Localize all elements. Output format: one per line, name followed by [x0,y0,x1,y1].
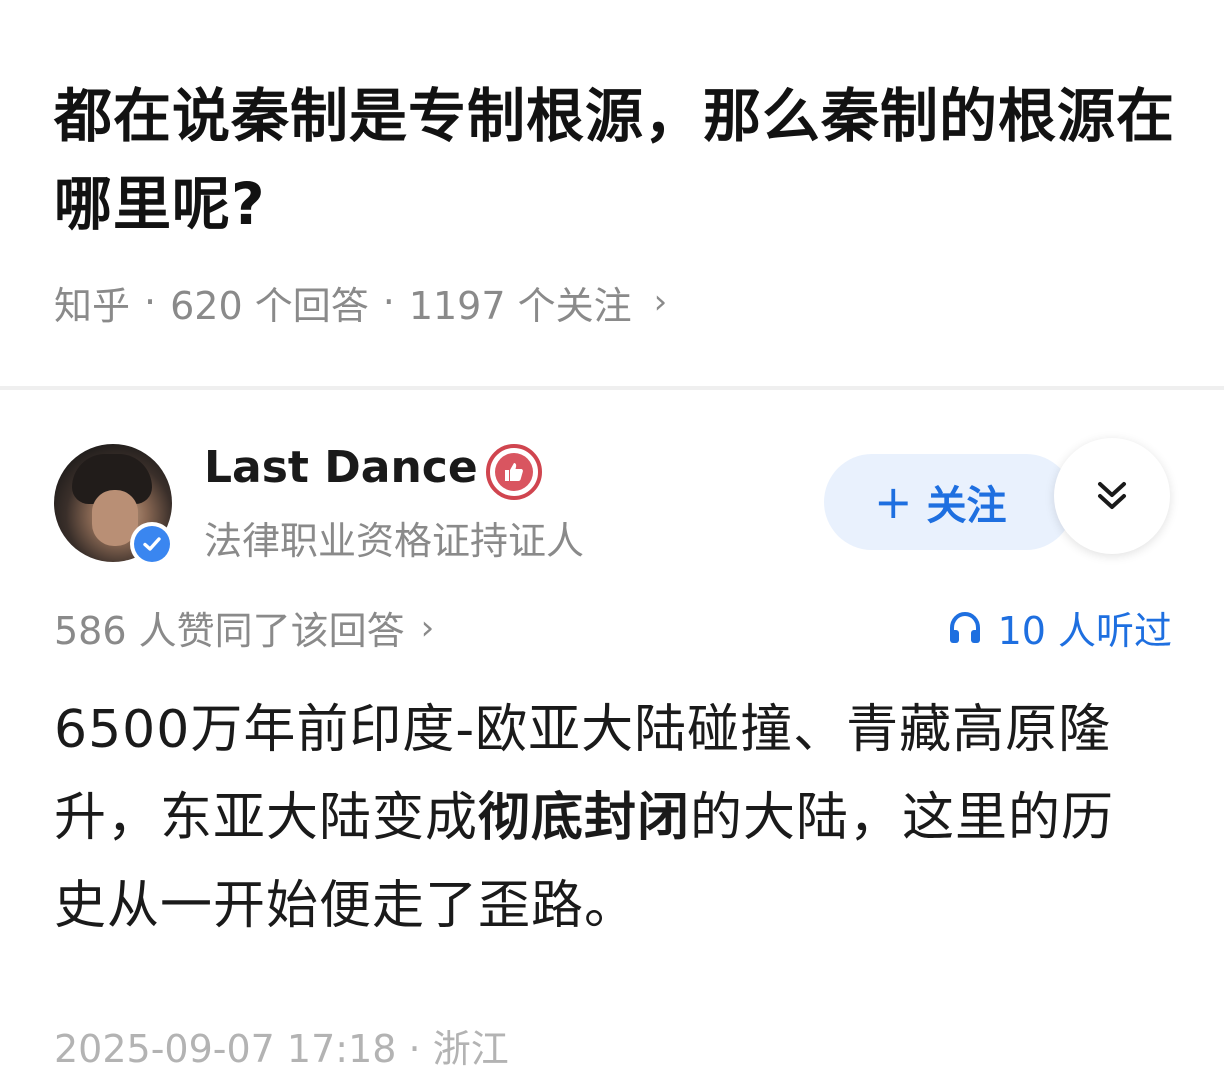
answer-bold-text: 彻底封闭 [478,788,691,848]
chevron-right-icon: › [420,607,435,648]
plus-icon: + [874,475,913,529]
expand-button[interactable] [1054,438,1170,554]
answer-body[interactable]: 6500万年前印度-欧亚大陆碰撞、青藏高原隆升，东亚大陆变成彻底封闭的大陆，这里… [54,686,1144,950]
answer-count: 620 个回答 [170,283,369,328]
verified-check-icon [130,522,174,566]
meta-separator: · [144,280,157,324]
listen-count-label: 10 人听过 [997,609,1172,653]
thumbs-up-badge-icon [486,444,542,500]
answer-page: 都在说秦制是专制根源，那么秦制的根源在哪里呢? 知乎 · 620 个回答 · 1… [0,0,1224,1069]
meta-separator: · [382,280,395,324]
timestamp: 2025-09-07 17:18 [54,1027,397,1069]
post-timestamp: 2025-09-07 17:18 · 浙江 [54,1018,509,1069]
question-title[interactable]: 都在说秦制是专制根源，那么秦制的根源在哪里呢? [54,72,1184,248]
author-headline: 法律职业资格证持证人 [204,519,585,563]
follower-count: 1197 个关注 [408,283,632,328]
meta-separator: · [408,1027,433,1069]
follow-button[interactable]: + 关注 [824,454,1074,550]
listen-count[interactable]: 10 人听过 [946,600,1172,655]
agree-count-label: 586 人赞同了该回答 [54,609,405,653]
headphones-icon [949,611,980,643]
section-divider [0,386,1224,390]
question-source: 知乎 [54,283,131,328]
follow-label: 关注 [926,483,1007,529]
agree-count[interactable]: 586 人赞同了该回答 › [54,600,434,655]
author-name[interactable]: Last Dance [204,442,478,493]
double-chevron-down-icon [1098,482,1126,509]
question-meta[interactable]: 知乎 · 620 个回答 · 1197 个关注 › [54,274,667,330]
chevron-right-icon: › [653,282,668,322]
location: 浙江 [432,1027,509,1069]
